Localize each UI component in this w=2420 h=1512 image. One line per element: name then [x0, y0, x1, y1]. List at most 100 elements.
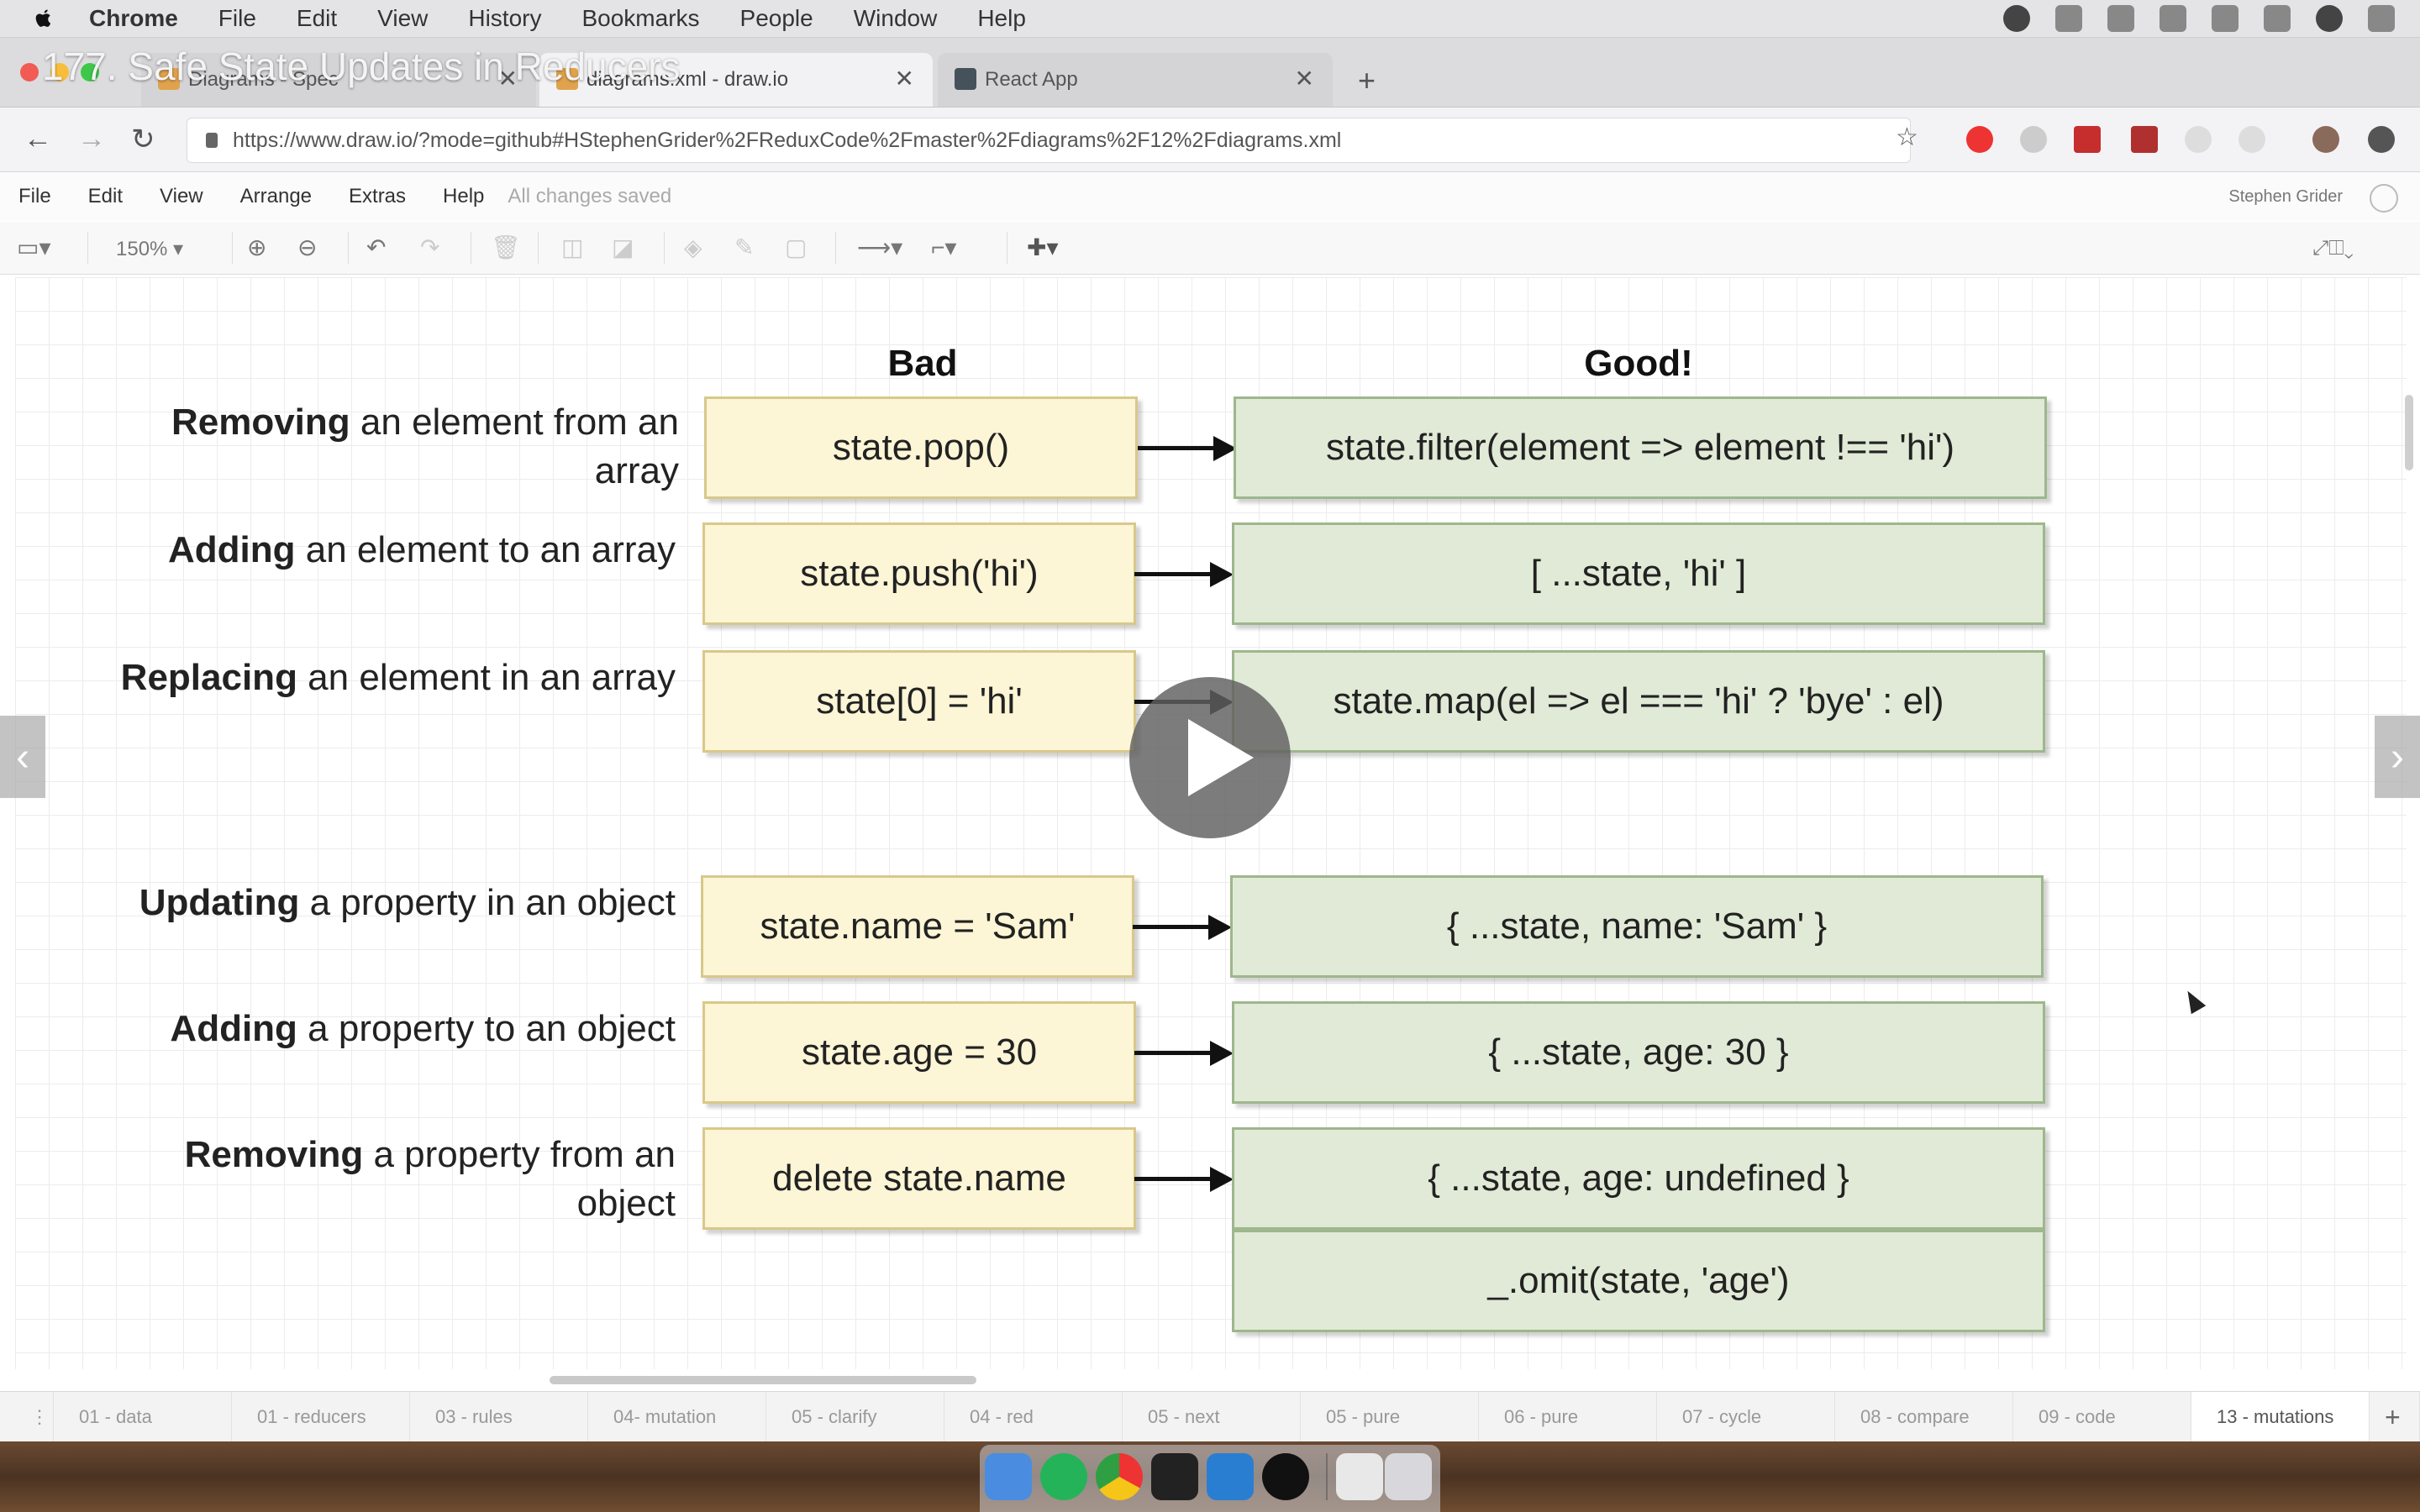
page-tab[interactable]: 06 - pure — [1479, 1392, 1657, 1442]
page-tab[interactable]: 01 - data — [54, 1392, 232, 1442]
extension-icon[interactable] — [2238, 126, 2265, 153]
good-example-box[interactable]: state.map(el => el === 'hi' ? 'bye' : el… — [1232, 650, 2045, 753]
user-name[interactable]: Stephen Grider — [2228, 187, 2343, 207]
downloads-icon[interactable] — [1336, 1453, 1383, 1500]
menu-app-name[interactable]: Chrome — [89, 5, 178, 32]
pages-menu-icon[interactable]: ⋮ — [0, 1392, 54, 1442]
siri-icon[interactable] — [2316, 5, 2343, 32]
terminal-icon[interactable] — [1151, 1453, 1198, 1500]
menu-edit[interactable]: Edit — [297, 5, 337, 32]
arrow-connector[interactable] — [1134, 572, 1218, 576]
horizontal-scrollbar[interactable] — [550, 1376, 976, 1384]
close-icon[interactable]: ✕ — [895, 65, 914, 92]
menu-bookmarks[interactable]: Bookmarks — [581, 5, 699, 32]
chrome-icon[interactable] — [1096, 1453, 1143, 1500]
bad-example-box[interactable]: state.age = 30 — [702, 1001, 1136, 1104]
page-tab[interactable]: 03 - rules — [410, 1392, 588, 1442]
format-panel-icon[interactable]: ▭▾ — [17, 234, 51, 261]
drawio-menu-help[interactable]: Help — [443, 185, 484, 208]
good-example-box[interactable]: { ...state, name: 'Sam' } — [1230, 875, 2044, 978]
arrow-connector[interactable] — [1133, 925, 1217, 929]
page-tab[interactable]: 08 - compare — [1835, 1392, 2013, 1442]
shadow-icon[interactable]: ▢ — [785, 234, 807, 261]
obs-icon[interactable] — [1262, 1453, 1309, 1500]
delete-icon[interactable]: 🗑 — [491, 234, 521, 261]
undo-icon[interactable]: ↶ — [366, 234, 386, 261]
bad-example-box[interactable]: delete state.name — [702, 1127, 1136, 1230]
drawio-menu-file[interactable]: File — [18, 185, 51, 208]
tab-react-app[interactable]: React App ✕ — [938, 53, 1333, 107]
window-close-button[interactable] — [20, 63, 39, 81]
zoom-in-icon[interactable]: ⊕ — [247, 234, 266, 261]
waypoints-icon[interactable]: ⌐▾ — [931, 234, 956, 261]
add-page-plus-icon[interactable]: + — [2370, 1392, 2420, 1442]
page-tab[interactable]: 07 - cycle — [1657, 1392, 1835, 1442]
connection-icon[interactable]: ⟶▾ — [857, 234, 902, 261]
page-tab[interactable]: 05 - pure — [1301, 1392, 1479, 1442]
zoom-out-icon[interactable]: ⊖ — [297, 234, 317, 261]
apple-icon[interactable] — [32, 7, 55, 30]
arrow-connector[interactable] — [1134, 1177, 1218, 1181]
good-example-box[interactable]: { ...state, age: 30 } — [1232, 1001, 2045, 1104]
sync-icon[interactable] — [2370, 184, 2398, 213]
spotify-icon[interactable] — [1040, 1453, 1087, 1500]
battery-icon[interactable] — [2212, 5, 2238, 32]
docker-icon[interactable] — [2107, 5, 2134, 32]
next-lecture-chevron-icon[interactable]: › — [2375, 716, 2420, 798]
spotlight-search-icon[interactable] — [2264, 5, 2291, 32]
insert-plus-icon[interactable]: ✚▾ — [1027, 234, 1059, 261]
back-arrow-icon[interactable]: ← — [24, 123, 52, 155]
arrow-connector[interactable] — [1138, 446, 1222, 450]
video-play-button[interactable] — [1129, 677, 1291, 838]
page-tab[interactable]: 01 - reducers — [232, 1392, 410, 1442]
camera-icon[interactable] — [2003, 5, 2030, 32]
glasses-icon[interactable] — [2055, 5, 2082, 32]
extension-icon[interactable] — [2185, 126, 2212, 153]
fullscreen-icon[interactable]: ⤢◫⌄ — [2312, 237, 2354, 260]
wifi-icon[interactable] — [2160, 5, 2186, 32]
bad-example-box[interactable]: state.pop() — [704, 396, 1138, 499]
previous-lecture-chevron-icon[interactable]: ‹ — [0, 716, 45, 798]
vertical-scrollbar[interactable] — [2405, 395, 2413, 470]
good-example-box[interactable]: state.filter(element => element !== 'hi'… — [1234, 396, 2047, 499]
bookmark-star-icon[interactable]: ☆ — [1896, 123, 1918, 152]
page-tab[interactable]: 09 - code — [2013, 1392, 2191, 1442]
good-example-box[interactable]: [ ...state, 'hi' ] — [1232, 522, 2045, 625]
to-back-icon[interactable]: ◪ — [612, 234, 634, 261]
extension-icon[interactable] — [2020, 126, 2047, 153]
trash-icon[interactable] — [1385, 1453, 1432, 1500]
forward-arrow-icon[interactable]: → — [77, 123, 106, 155]
notification-center-icon[interactable] — [2368, 5, 2395, 32]
page-tab[interactable]: 05 - next — [1123, 1392, 1301, 1442]
menu-window[interactable]: Window — [854, 5, 938, 32]
new-tab-plus-icon[interactable]: + — [1358, 63, 1376, 98]
extension-icon[interactable] — [2074, 126, 2101, 153]
fill-color-icon[interactable]: ◈ — [684, 234, 702, 261]
url-field[interactable]: https://www.draw.io/?mode=github#HStephe… — [187, 118, 1911, 163]
good-example-box[interactable]: { ...state, age: undefined } — [1232, 1127, 2045, 1230]
bad-example-box[interactable]: state.name = 'Sam' — [701, 875, 1134, 978]
page-tab[interactable]: 05 - clarify — [766, 1392, 944, 1442]
bad-example-box[interactable]: state.push('hi') — [702, 522, 1136, 625]
vscode-icon[interactable] — [1207, 1453, 1254, 1500]
close-icon[interactable]: ✕ — [1295, 65, 1314, 92]
menu-people[interactable]: People — [740, 5, 813, 32]
good-example-box-omit[interactable]: _.omit(state, 'age') — [1232, 1230, 2045, 1332]
page-tab[interactable]: 04- mutation — [588, 1392, 766, 1442]
zoom-select[interactable]: 150% ▾ — [116, 237, 183, 261]
line-color-icon[interactable]: ✎ — [734, 234, 754, 261]
drawio-menu-edit[interactable]: Edit — [88, 185, 123, 208]
menu-help[interactable]: Help — [977, 5, 1026, 32]
menu-view[interactable]: View — [377, 5, 428, 32]
page-tab[interactable]: 04 - red — [944, 1392, 1123, 1442]
page-tab-active[interactable]: 13 - mutations — [2191, 1392, 2370, 1442]
to-front-icon[interactable]: ◫ — [561, 234, 583, 261]
redo-icon[interactable]: ↷ — [420, 234, 439, 261]
reload-icon[interactable]: ↻ — [131, 123, 155, 156]
opera-extension-icon[interactable] — [1966, 126, 1993, 153]
drawio-menu-arrange[interactable]: Arrange — [240, 185, 312, 208]
drawio-menu-extras[interactable]: Extras — [349, 185, 406, 208]
finder-icon[interactable] — [985, 1453, 1032, 1500]
menu-history[interactable]: History — [468, 5, 541, 32]
profile-avatar[interactable] — [2312, 126, 2339, 153]
